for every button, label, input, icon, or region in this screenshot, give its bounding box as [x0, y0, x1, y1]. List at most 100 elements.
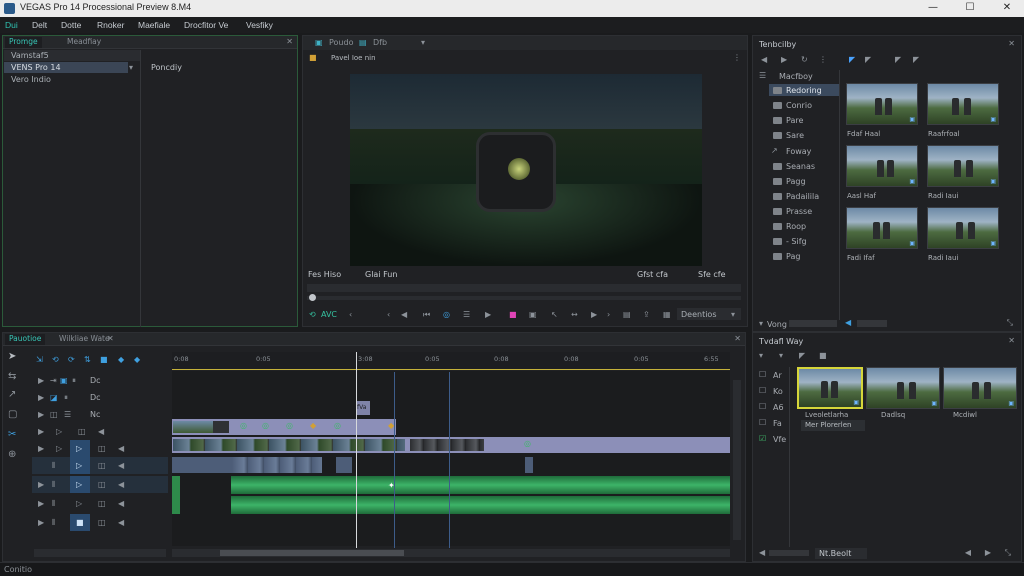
- expand-icon[interactable]: ▶: [38, 499, 44, 509]
- flag-icon[interactable]: ◤: [799, 351, 805, 361]
- flag-icon[interactable]: ◤: [895, 55, 901, 65]
- play-icon[interactable]: ▷: [76, 480, 82, 490]
- preview-icon[interactable]: ■: [309, 53, 317, 63]
- folder-item[interactable]: Seanas: [786, 162, 815, 171]
- folder-item-selected[interactable]: Redoring: [786, 86, 822, 95]
- track-header[interactable]: ▶ ⇥ ▣ ⏸ Dc: [32, 372, 168, 389]
- select-icon[interactable]: ↗: [8, 390, 16, 400]
- filter-icon[interactable]: ▾: [759, 351, 763, 361]
- speaker-icon[interactable]: ▷: [56, 444, 62, 454]
- close-icon[interactable]: ✕: [107, 334, 114, 344]
- expand-icon[interactable]: ▶: [38, 393, 44, 403]
- forward-icon[interactable]: ▶: [781, 55, 787, 65]
- track-header[interactable]: ▶ ⫴ ▷ ◫ ◀: [32, 495, 168, 512]
- fx-icon[interactable]: ◎: [240, 421, 247, 431]
- expand-icon[interactable]: ▶: [38, 518, 44, 528]
- media-thumbnail[interactable]: ▣: [846, 145, 918, 187]
- expand-icon[interactable]: ▶: [38, 410, 44, 420]
- minimize-icon[interactable]: —: [916, 0, 950, 17]
- mute-icon[interactable]: ⏸: [72, 376, 76, 386]
- track-header[interactable]: ▶ ▷ ◫ ◀: [32, 423, 168, 440]
- checkbox[interactable]: ☐: [759, 402, 766, 412]
- export-icon[interactable]: ⇪: [643, 310, 650, 320]
- folder-item[interactable]: Conrio: [786, 101, 812, 110]
- lock-icon[interactable]: ▣: [60, 376, 68, 386]
- video-clip[interactable]: [232, 457, 322, 473]
- mute-icon[interactable]: ⏸: [64, 393, 68, 403]
- checkbox[interactable]: ☐: [759, 418, 766, 428]
- grid-icon[interactable]: ▦: [663, 310, 671, 320]
- bin-thumbnail[interactable]: ▣: [943, 367, 1017, 409]
- media-thumbnail[interactable]: ▣: [927, 145, 999, 187]
- slider-handle[interactable]: [309, 294, 316, 301]
- solo-icon[interactable]: ◀: [118, 461, 124, 471]
- zoom-icon[interactable]: ⊕: [8, 450, 16, 460]
- toolbar-label[interactable]: Poudo: [329, 38, 353, 47]
- snapshot-icon[interactable]: ▣: [529, 310, 537, 320]
- scroll-left-icon[interactable]: ◀: [845, 318, 851, 328]
- back-icon[interactable]: ◀: [761, 55, 767, 65]
- checkbox[interactable]: ☐: [759, 386, 766, 396]
- close-icon[interactable]: ✕: [1008, 39, 1015, 49]
- view-label[interactable]: Vong: [767, 320, 787, 329]
- menu-item[interactable]: Drocfitor Ve: [184, 20, 228, 30]
- marker-icon[interactable]: ◆: [118, 355, 124, 365]
- track-header[interactable]: ▶ ▷ ▷ ◫ ◀: [32, 440, 168, 457]
- expand-icon[interactable]: ▶: [38, 376, 44, 386]
- audio-clip[interactable]: [231, 476, 730, 494]
- fx-icon[interactable]: ◫: [98, 499, 106, 509]
- solo-icon[interactable]: ◀: [118, 480, 124, 490]
- maximize-icon[interactable]: ☐: [953, 0, 987, 17]
- bar-icon[interactable]: ⫴: [52, 461, 55, 471]
- close-icon[interactable]: ✕: [990, 0, 1024, 17]
- bin-item[interactable]: Fa: [773, 419, 782, 428]
- folder-item[interactable]: Pagg: [786, 177, 806, 186]
- fx-icon[interactable]: ◎: [334, 421, 341, 431]
- next-icon[interactable]: ▶: [985, 548, 991, 558]
- fx-icon[interactable]: ◎: [286, 421, 293, 431]
- rewind-icon[interactable]: ⏮: [423, 310, 430, 320]
- toolbar-icon[interactable]: ▤: [359, 38, 367, 48]
- folder-item[interactable]: Sare: [786, 131, 804, 140]
- stop-icon[interactable]: ■: [100, 355, 108, 365]
- bin-item[interactable]: Ko: [773, 387, 783, 396]
- snap-icon[interactable]: ⇲: [36, 355, 43, 365]
- bar-icon[interactable]: ⫴: [52, 518, 55, 528]
- options-icon[interactable]: ⋮: [819, 55, 827, 65]
- media-thumbnail[interactable]: ▣: [846, 83, 918, 125]
- crop-icon[interactable]: ▢: [8, 410, 17, 420]
- filter-icon[interactable]: ◤: [849, 55, 855, 65]
- track-header[interactable]: ▶ ⫴ ▷ ◫ ◀: [32, 476, 168, 493]
- folder-root[interactable]: Macfboy: [779, 72, 813, 81]
- resize-icon[interactable]: ⤡: [1007, 318, 1013, 328]
- folder-item[interactable]: Pare: [786, 116, 803, 125]
- bar-icon[interactable]: ⫴: [52, 480, 55, 490]
- trim-icon[interactable]: ⇆: [8, 372, 16, 382]
- track-header[interactable]: ▶ ◫ ☰ Nc: [32, 406, 168, 423]
- expand-icon[interactable]: ▶: [38, 480, 44, 490]
- solo-icon[interactable]: ◀: [118, 444, 124, 454]
- folder-item[interactable]: Padailila: [786, 192, 819, 201]
- play-icon[interactable]: ▷: [76, 499, 82, 509]
- fx-icon[interactable]: ◎: [262, 421, 269, 431]
- playhead[interactable]: [356, 352, 357, 548]
- next-icon[interactable]: ▶: [591, 310, 597, 320]
- expand-icon[interactable]: ▶: [38, 444, 44, 454]
- stop-icon[interactable]: ■: [76, 518, 84, 528]
- speaker-icon[interactable]: ▷: [56, 427, 62, 437]
- chevron-down-icon[interactable]: ▾: [759, 319, 763, 329]
- loop-icon[interactable]: ⟲: [309, 310, 316, 320]
- chevron-down-icon[interactable]: ▾: [129, 63, 133, 73]
- scissors-icon[interactable]: ✂: [8, 430, 16, 440]
- loop-marker[interactable]: [449, 372, 450, 548]
- list-icon[interactable]: ☰: [64, 410, 71, 420]
- position-slider[interactable]: [307, 296, 741, 300]
- scrollbar[interactable]: [789, 320, 837, 327]
- chevron-down-icon[interactable]: ▾: [421, 38, 425, 48]
- scrollbar-thumb[interactable]: [220, 550, 404, 556]
- play-icon[interactable]: ▷: [76, 444, 82, 454]
- prev-frame-icon[interactable]: ‹: [387, 310, 390, 320]
- cursor-icon[interactable]: ➤: [8, 352, 16, 362]
- flag-icon[interactable]: ◤: [913, 55, 919, 65]
- fx-icon[interactable]: ◫: [98, 444, 106, 454]
